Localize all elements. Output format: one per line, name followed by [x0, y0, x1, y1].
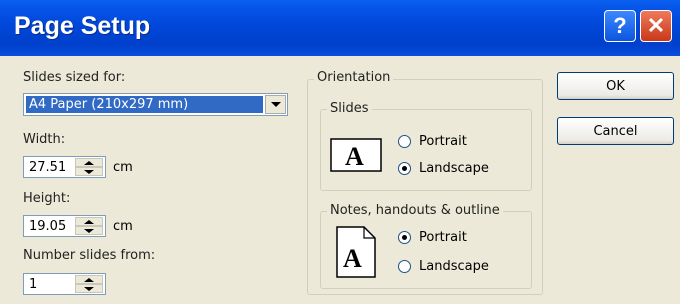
slides-orientation-title: Slides [327, 101, 372, 116]
height-up-button[interactable] [75, 217, 103, 226]
width-label: Width: [23, 132, 66, 147]
notes-portrait-label: Portrait [419, 230, 467, 245]
arrow-down-icon [84, 169, 94, 174]
notes-portrait-option[interactable]: Portrait [398, 230, 467, 245]
slides-sized-for-label: Slides sized for: [23, 70, 126, 85]
number-up-button[interactable] [75, 275, 103, 284]
svg-text:A: A [345, 142, 364, 171]
dialog-title: Page Setup [14, 12, 151, 40]
ok-label: OK [606, 78, 625, 94]
slides-sized-for-value: A4 Paper (210x297 mm) [26, 96, 263, 113]
width-up-button[interactable] [75, 158, 103, 167]
notes-landscape-option[interactable]: Landscape [398, 259, 489, 274]
page-landscape-icon: A [330, 138, 382, 172]
help-icon: ? [613, 13, 627, 38]
slides-portrait-radio[interactable] [398, 135, 411, 148]
page-setup-dialog: Page Setup ? ✕ Slides sized for: A4 Pape… [0, 0, 680, 304]
arrow-down-icon [84, 286, 94, 291]
page-portrait-icon: A [336, 226, 376, 278]
width-unit: cm [113, 160, 133, 175]
slides-landscape-radio[interactable] [398, 162, 411, 175]
cancel-label: Cancel [593, 123, 638, 139]
number-slides-spinner[interactable]: 1 [23, 273, 106, 295]
notes-landscape-radio[interactable] [398, 260, 411, 273]
cancel-button[interactable]: Cancel [557, 117, 674, 145]
number-down-button[interactable] [75, 284, 103, 293]
notes-orientation-title: Notes, handouts & outline [327, 203, 503, 218]
arrow-up-icon [84, 277, 94, 282]
ok-button[interactable]: OK [557, 72, 674, 100]
height-down-button[interactable] [75, 226, 103, 235]
dropdown-arrow-button[interactable] [265, 95, 286, 114]
title-bar[interactable]: Page Setup ? ✕ [0, 0, 680, 56]
number-slides-value: 1 [29, 277, 38, 292]
notes-portrait-radio[interactable] [398, 231, 411, 244]
width-down-button[interactable] [75, 167, 103, 176]
width-value: 27.51 [29, 160, 67, 175]
arrow-up-icon [84, 219, 94, 224]
orientation-title: Orientation [314, 70, 394, 85]
slides-landscape-label: Landscape [419, 161, 489, 176]
height-unit: cm [113, 219, 133, 234]
close-button[interactable]: ✕ [640, 10, 672, 42]
close-icon: ✕ [646, 13, 666, 38]
svg-text:A: A [343, 244, 362, 273]
chevron-down-icon [270, 102, 281, 107]
number-slides-from-label: Number slides from: [23, 248, 156, 263]
height-label: Height: [23, 191, 71, 206]
width-spinner[interactable]: 27.51 [23, 156, 106, 178]
height-value: 19.05 [29, 219, 67, 234]
notes-landscape-label: Landscape [419, 259, 489, 274]
slides-portrait-label: Portrait [419, 134, 467, 149]
arrow-down-icon [84, 228, 94, 233]
slides-sized-for-select[interactable]: A4 Paper (210x297 mm) [23, 93, 288, 116]
arrow-up-icon [84, 160, 94, 165]
help-button[interactable]: ? [604, 10, 636, 42]
slides-portrait-option[interactable]: Portrait [398, 134, 467, 149]
height-spinner[interactable]: 19.05 [23, 215, 106, 237]
slides-landscape-option[interactable]: Landscape [398, 161, 489, 176]
